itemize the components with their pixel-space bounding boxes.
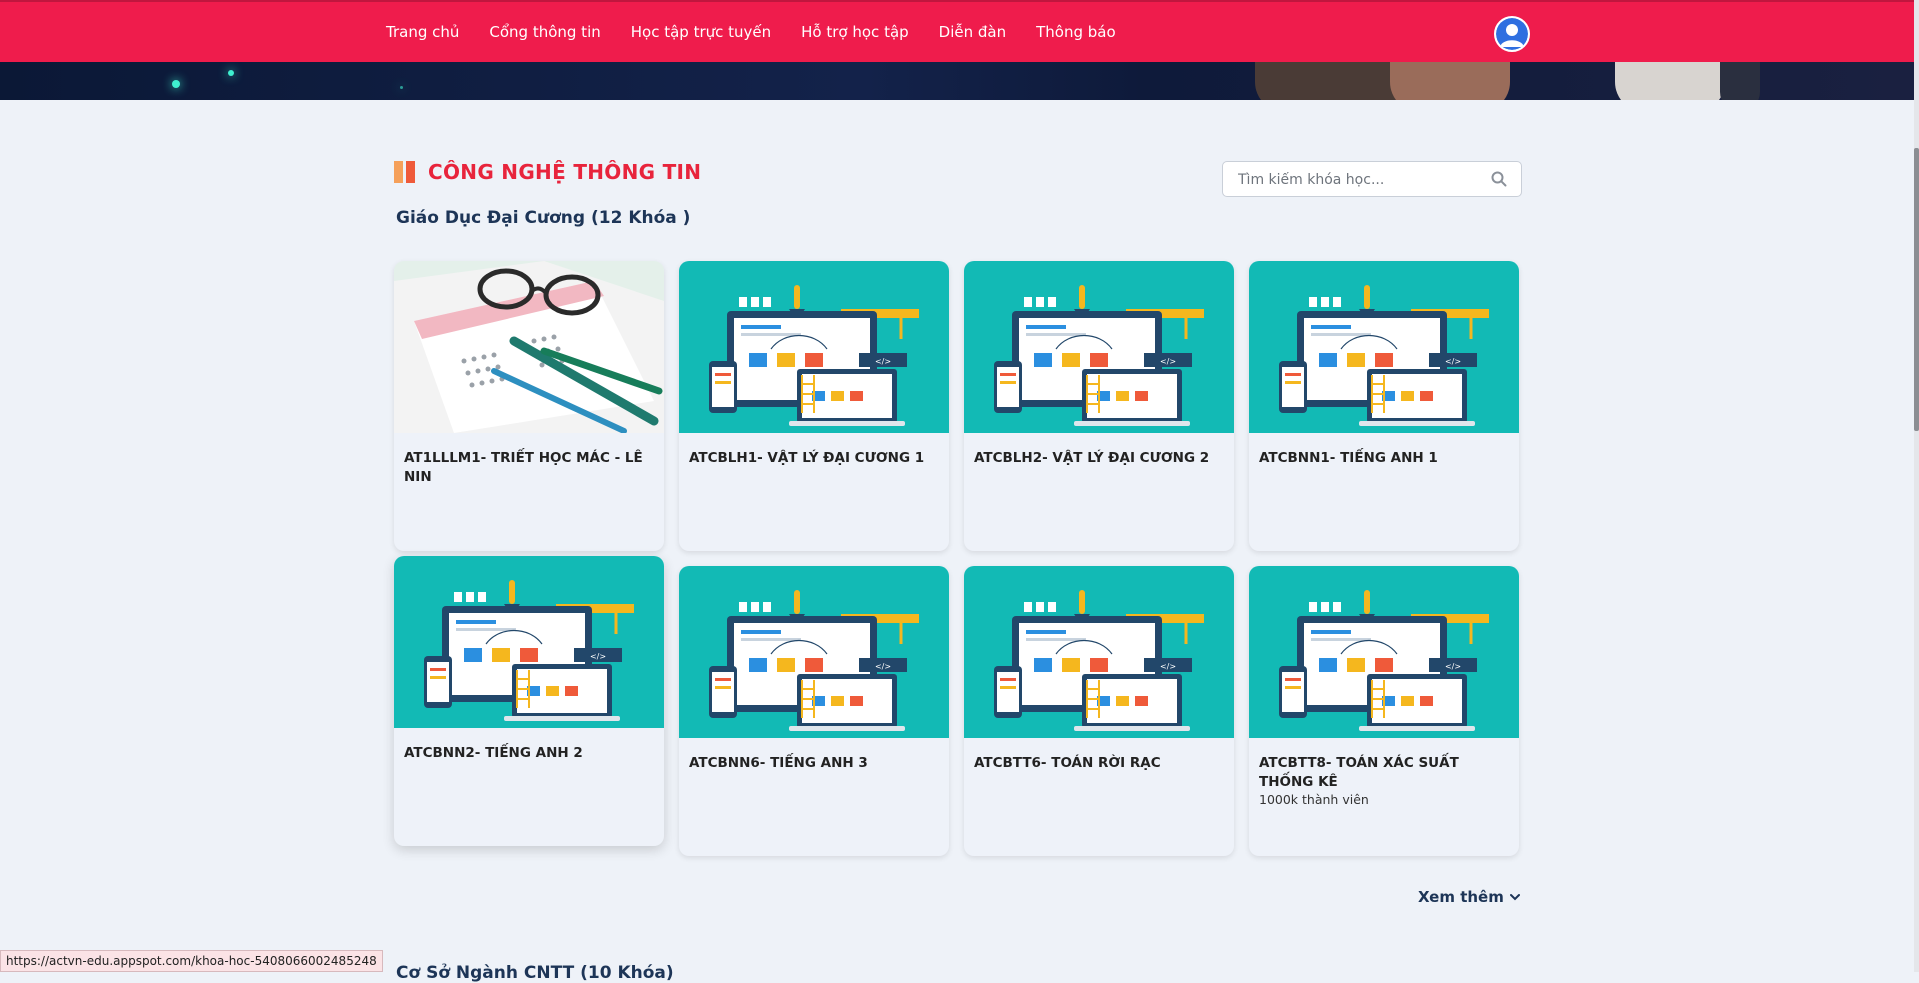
search-icon[interactable]: [1491, 171, 1507, 187]
course-title: ATCBNN6- TIẾNG ANH 3: [689, 755, 868, 771]
category-title: CÔNG NGHỆ THÔNG TIN: [428, 160, 702, 184]
nav-menu: Trang chủ Cổng thông tin Học tập trực tu…: [386, 2, 1146, 62]
category-heading: CÔNG NGHỆ THÔNG TIN: [394, 160, 701, 184]
nav-item-home[interactable]: Trang chủ: [386, 23, 459, 41]
nav-item-learning-support[interactable]: Hỗ trợ học tập: [801, 23, 909, 41]
banner-glow-dot: [400, 86, 403, 89]
course-thumbnail: [964, 566, 1234, 738]
course-card[interactable]: ATCBTT8- TOÁN XÁC SUẤT THỐNG KÊ 1000k th…: [1249, 566, 1519, 856]
banner-person-figure: [1615, 62, 1725, 100]
banner-person-figure: [1390, 62, 1510, 100]
course-title: AT1LLLM1- TRIẾT HỌC MÁC - LÊ NIN: [404, 450, 643, 485]
course-title: ATCBNN2- TIẾNG ANH 2: [404, 745, 583, 761]
course-search-input[interactable]: [1236, 169, 1480, 191]
hero-banner: [0, 62, 1914, 100]
nav-item-forum[interactable]: Diễn đàn: [939, 23, 1006, 41]
course-card[interactable]: AT1LLLM1- TRIẾT HỌC MÁC - LÊ NIN: [394, 261, 664, 551]
next-course-group-title: Cơ Sở Ngành CNTT (10 Khóa): [396, 963, 674, 983]
course-card[interactable]: ATCBTT6- TOÁN RỜI RẠC: [964, 566, 1234, 856]
course-card[interactable]: ATCBNN6- TIẾNG ANH 3: [679, 566, 949, 856]
course-thumbnail: [394, 556, 664, 728]
course-card[interactable]: ATCBNN2- TIẾNG ANH 2: [394, 556, 664, 846]
nav-item-notifications[interactable]: Thông báo: [1036, 23, 1116, 41]
user-avatar-icon[interactable]: [1494, 16, 1530, 52]
nav-item-online-learning[interactable]: Học tập trực tuyến: [631, 23, 771, 41]
course-card[interactable]: ATCBLH1- VẬT LÝ ĐẠI CƯƠNG 1: [679, 261, 949, 551]
course-thumbnail: [679, 261, 949, 433]
status-bar-url: https://actvn-edu.appspot.com/khoa-hoc-5…: [0, 950, 383, 972]
course-search-box: [1222, 161, 1522, 197]
course-card[interactable]: ATCBNN1- TIẾNG ANH 1: [1249, 261, 1519, 551]
course-member-count: 1000k thành viên: [1259, 792, 1369, 807]
see-more-label: Xem thêm: [1418, 888, 1504, 906]
page-scrollbar[interactable]: [1914, 0, 1919, 972]
course-thumbnail: [394, 261, 664, 433]
course-title: ATCBTT8- TOÁN XÁC SUẤT THỐNG KÊ: [1259, 755, 1459, 790]
course-card[interactable]: ATCBLH2- VẬT LÝ ĐẠI CƯƠNG 2: [964, 261, 1234, 551]
course-title: ATCBNN1- TIẾNG ANH 1: [1259, 450, 1438, 466]
see-more-link[interactable]: Xem thêm: [1418, 888, 1520, 906]
banner-person-figure: [1720, 62, 1760, 100]
course-thumbnail: [1249, 261, 1519, 433]
course-thumbnail: [1249, 566, 1519, 738]
course-thumbnail: [964, 261, 1234, 433]
chevron-down-icon: [1509, 894, 1520, 901]
banner-glow-dot: [228, 70, 234, 76]
course-title: ATCBLH2- VẬT LÝ ĐẠI CƯƠNG 2: [974, 450, 1210, 466]
banner-glow-dot: [172, 80, 180, 88]
top-navbar: Trang chủ Cổng thông tin Học tập trực tu…: [0, 0, 1914, 62]
course-group-title: Giáo Dục Đại Cương (12 Khóa ): [396, 208, 691, 228]
course-thumbnail: [679, 566, 949, 738]
nav-item-portal[interactable]: Cổng thông tin: [489, 23, 600, 41]
course-title: ATCBTT6- TOÁN RỜI RẠC: [974, 755, 1161, 771]
scrollbar-thumb[interactable]: [1914, 148, 1919, 431]
book-bars-icon: [394, 161, 418, 183]
course-title: ATCBLH1- VẬT LÝ ĐẠI CƯƠNG 1: [689, 450, 925, 466]
